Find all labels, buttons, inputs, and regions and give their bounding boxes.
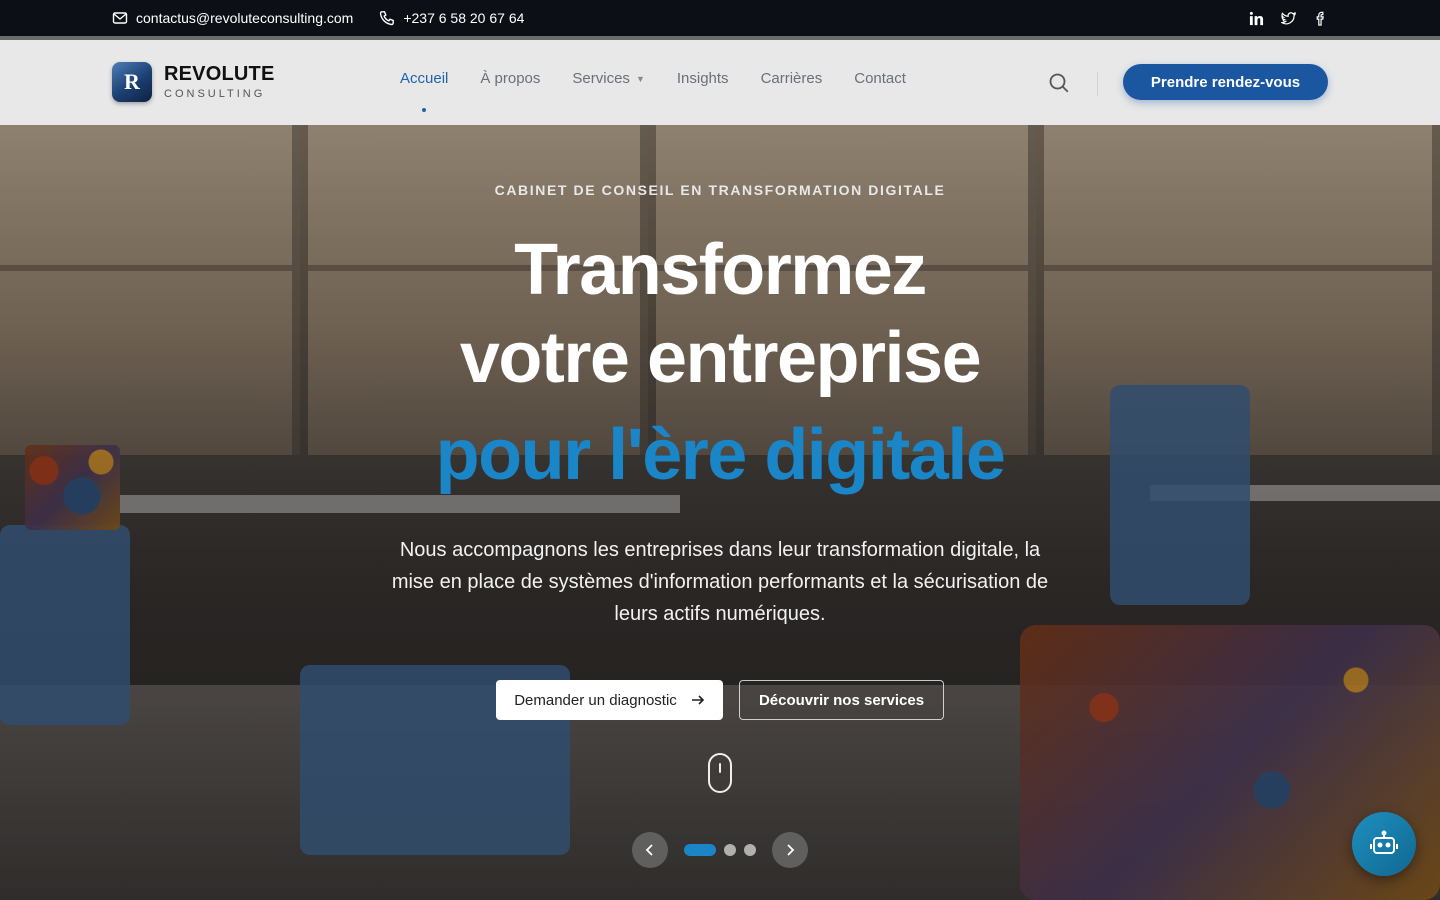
- hero-eyebrow: CABINET DE CONSEIL EN TRANSFORMATION DIG…: [494, 182, 946, 198]
- mail-icon: [112, 12, 128, 24]
- hero-subtitle: Nous accompagnons les entreprises dans l…: [391, 539, 1049, 625]
- scroll-mouse-icon[interactable]: [708, 753, 732, 793]
- phone-icon: [380, 11, 395, 26]
- logo-mark: R: [112, 62, 152, 102]
- slider-dot[interactable]: [724, 844, 736, 856]
- slider-next-button[interactable]: [772, 832, 808, 868]
- nav-item-contact[interactable]: Contact: [854, 70, 906, 87]
- hero-title-line2: votre entreprise: [459, 318, 982, 398]
- slider-dots: [684, 844, 756, 856]
- search-icon[interactable]: [1048, 72, 1070, 94]
- top-bar: contactus@revoluteconsulting.com +237 6 …: [0, 0, 1440, 36]
- discover-services-button[interactable]: Découvrir nos services: [739, 680, 944, 720]
- chatbot-button[interactable]: [1352, 812, 1416, 876]
- linkedin-icon[interactable]: [1248, 10, 1264, 26]
- logo-title: REVOLUTE: [164, 63, 275, 85]
- hero-section: CABINET DE CONSEIL EN TRANSFORMATION DIG…: [0, 125, 1440, 900]
- robot-icon: [1370, 830, 1398, 854]
- arrow-right-icon: [691, 695, 704, 705]
- slider-dot[interactable]: [744, 844, 756, 856]
- facebook-icon[interactable]: [1312, 10, 1328, 26]
- twitter-icon[interactable]: [1280, 10, 1296, 26]
- nav-item-carrieres[interactable]: Carrières: [761, 70, 823, 87]
- nav-item-services[interactable]: Services ▼: [572, 70, 644, 87]
- hero-title-line3: pour l'ère digitale: [435, 415, 1006, 495]
- main-nav: Accueil À propos Services ▼ Insights Carr…: [400, 70, 906, 87]
- email-link[interactable]: contactus@revoluteconsulting.com: [112, 10, 353, 26]
- topbar-contact: contactus@revoluteconsulting.com +237 6 …: [112, 0, 524, 36]
- slider-dot[interactable]: [684, 844, 716, 856]
- header-divider: [1097, 72, 1098, 96]
- logo-subtitle: CONSULTING: [164, 88, 266, 100]
- social-links: [1248, 0, 1328, 36]
- chevron-left-icon: [645, 844, 653, 856]
- chevron-right-icon: [787, 844, 795, 856]
- logo[interactable]: R REVOLUTE CONSULTING: [112, 62, 275, 102]
- email-text: contactus@revoluteconsulting.com: [136, 10, 354, 26]
- hero-title-line1: Transformez: [514, 230, 927, 310]
- phone-link[interactable]: +237 6 58 20 67 64: [379, 10, 524, 26]
- logo-text: REVOLUTE CONSULTING: [164, 63, 275, 101]
- site-header: R REVOLUTE CONSULTING Accueil À propos S…: [0, 36, 1440, 125]
- slider-prev-button[interactable]: [632, 832, 668, 868]
- phone-text: +237 6 58 20 67 64: [403, 10, 525, 26]
- book-appointment-button[interactable]: Prendre rendez-vous: [1123, 64, 1328, 100]
- request-diagnostic-button[interactable]: Demander un diagnostic: [496, 680, 723, 720]
- nav-item-a-propos[interactable]: À propos: [480, 70, 540, 87]
- chevron-down-icon: ▼: [635, 73, 645, 84]
- nav-item-insights[interactable]: Insights: [677, 70, 729, 87]
- nav-item-accueil[interactable]: Accueil: [400, 70, 448, 87]
